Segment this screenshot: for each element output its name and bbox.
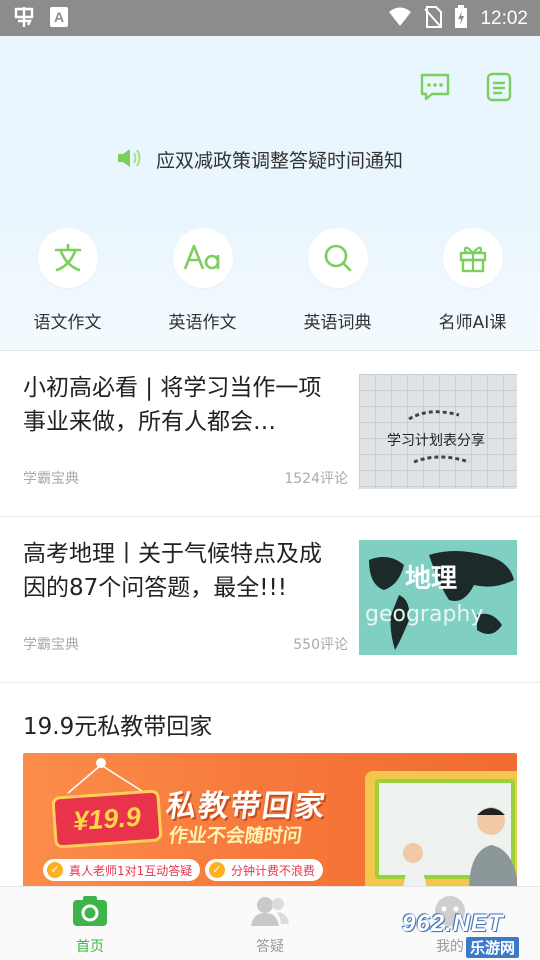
- feature-chinese-essay[interactable]: 语文作文: [0, 228, 135, 333]
- header: 应双减政策调整答疑时间通知 语文作文 英语作文 英语词典 名师AI课: [0, 36, 540, 350]
- promo-tag-text: 分钟计费不浪费: [231, 863, 316, 878]
- thumbnail-title: 地理: [405, 564, 458, 594]
- article-thumbnail: 地理 geography: [359, 540, 517, 655]
- check-icon: ✓: [209, 862, 225, 878]
- list-item[interactable]: 高考地理丨关于气候特点及成因的87个问答题，最全!!! 学霸宝典 550评论 地…: [0, 517, 540, 683]
- thumbnail-caption: 学习计划表分享: [387, 433, 485, 449]
- status-bar: A 12:02: [0, 0, 540, 36]
- promo-headline: 私教带回家: [164, 789, 329, 824]
- search-icon: [307, 228, 368, 288]
- feature-grid: 语文作文 英语作文 英语词典 名师AI课: [0, 228, 540, 333]
- article-title: 小初高必看 | 将学习当作一项事业来做，所有人都会…: [23, 375, 322, 435]
- feature-label: 英语词典: [303, 313, 372, 333]
- notice-text: 应双减政策调整答疑时间通知: [156, 150, 404, 172]
- promo-tag-1: ✓ 真人老师1对1互动答疑: [43, 859, 201, 881]
- feature-english-essay[interactable]: 英语作文: [135, 228, 270, 333]
- promo-tag-2: ✓ 分钟计费不浪费: [205, 859, 324, 881]
- feature-label: 语文作文: [33, 313, 102, 333]
- app-notification-icon: [12, 5, 36, 29]
- tab-home[interactable]: 首页: [0, 887, 180, 960]
- feature-ai-course[interactable]: 名师AI课: [405, 228, 540, 333]
- list-item[interactable]: 小初高必看 | 将学习当作一项事业来做，所有人都会… 学霸宝典 1524评论 学…: [0, 351, 540, 517]
- feature-english-dictionary[interactable]: 英语词典: [270, 228, 405, 333]
- article-source: 学霸宝典: [23, 471, 79, 487]
- thumbnail-subtitle: geography: [365, 602, 484, 627]
- price-text: ¥19.9: [72, 801, 142, 836]
- feature-label: 英语作文: [168, 313, 237, 333]
- promo-banner[interactable]: ¥19.9 私教带回家 作业不会随时问 ✓ 真人老师1对1互动答疑 ✓ 分钟计费…: [23, 753, 517, 887]
- watermark-line-2: 乐游网: [466, 937, 520, 958]
- article-thumbnail: 学习计划表分享: [359, 374, 517, 489]
- teacher-illustration: [365, 771, 517, 887]
- tab-label: 答疑: [256, 939, 284, 955]
- article-title: 高考地理丨关于气候特点及成因的87个问答题，最全!!!: [23, 541, 322, 601]
- clock: 12:02: [480, 8, 528, 29]
- section-title: 19.9元私教带回家: [23, 714, 213, 740]
- wen-icon: [37, 228, 98, 288]
- article-source: 学霸宝典: [23, 637, 79, 653]
- site-watermark: 962.NET 乐游网: [402, 910, 532, 958]
- wifi-icon: [388, 6, 412, 32]
- promo-tag-text: 真人老师1对1互动答疑: [69, 863, 193, 878]
- tab-label: 首页: [76, 939, 104, 955]
- no-sim-icon: [424, 6, 443, 32]
- feature-label: 名师AI课: [438, 313, 507, 333]
- document-icon[interactable]: [482, 70, 516, 104]
- users-icon: [251, 895, 289, 931]
- promo-section: 19.9元私教带回家 ¥19.9 私教带回家 作业不会随时问 ✓ 真人老师1对1…: [0, 682, 540, 887]
- tab-qa[interactable]: 答疑: [180, 887, 360, 960]
- camera-icon: [72, 895, 108, 931]
- article-comment-count: 1524评论: [284, 471, 348, 487]
- speaker-icon: [116, 147, 142, 173]
- check-icon: ✓: [47, 862, 63, 878]
- promo-subheadline: 作业不会随时问: [167, 825, 304, 847]
- gift-icon: [442, 228, 503, 288]
- a-notification-icon: A: [50, 7, 68, 27]
- battery-charging-icon: [454, 5, 468, 33]
- notice-banner[interactable]: 应双减政策调整答疑时间通知: [116, 146, 403, 173]
- message-icon[interactable]: [418, 70, 452, 104]
- watermark-line-1: 962.NET: [402, 910, 504, 937]
- price-tag: ¥19.9: [51, 789, 163, 849]
- article-comment-count: 550评论: [293, 637, 348, 653]
- article-list: 小初高必看 | 将学习当作一项事业来做，所有人都会… 学霸宝典 1524评论 学…: [0, 350, 540, 683]
- aa-icon: [172, 228, 233, 288]
